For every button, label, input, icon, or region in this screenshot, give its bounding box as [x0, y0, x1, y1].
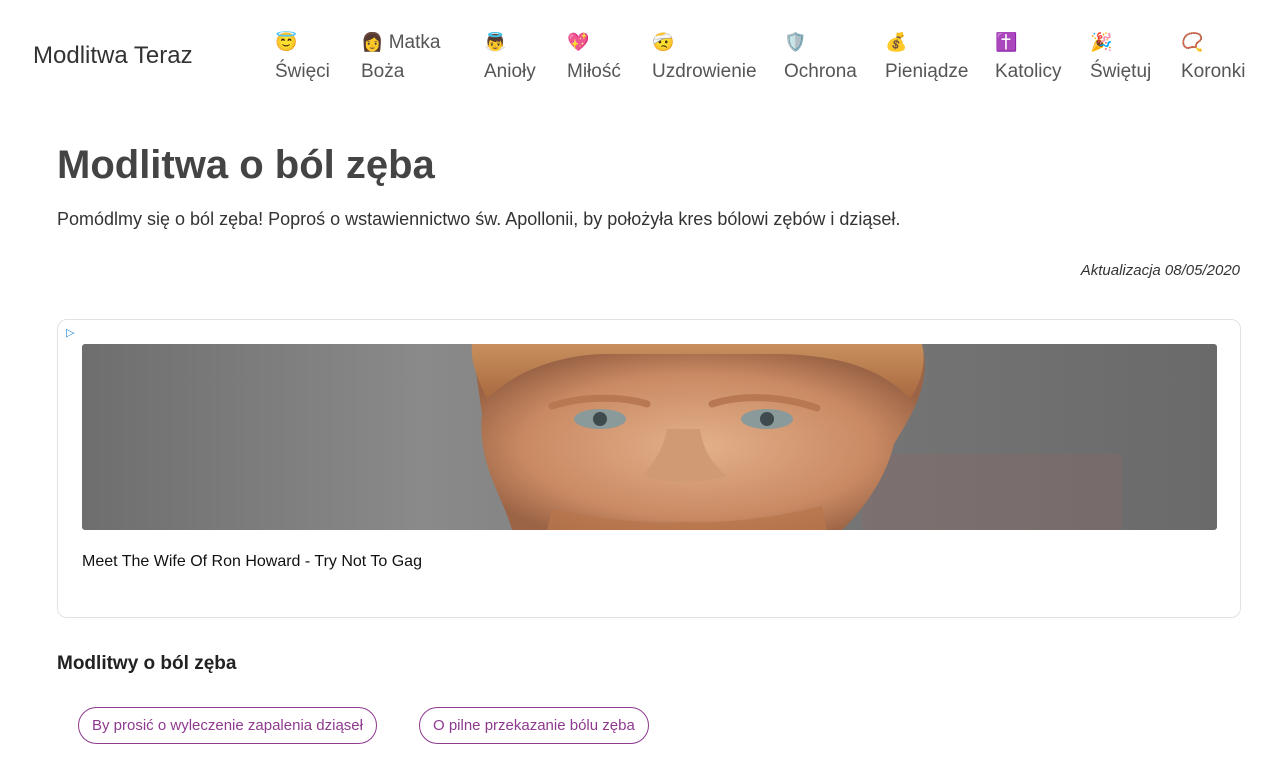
nav-item-label: Anioły: [484, 61, 536, 82]
ad-image[interactable]: [82, 344, 1217, 530]
nav-item-milosc[interactable]: 💖 Miłość: [567, 28, 621, 86]
nav-item-swietuj[interactable]: 🎉 Świętuj: [1090, 28, 1151, 86]
ad-headline[interactable]: Meet The Wife Of Ron Howard - Try Not To…: [82, 553, 422, 571]
sparkling-heart-icon: 💖: [567, 32, 590, 52]
money-bag-icon: 💰: [885, 32, 908, 52]
nav-item-label: Święci: [275, 61, 330, 82]
page-lead: Pomódlmy się o ból zęba! Poproś o wstawi…: [57, 209, 901, 229]
nav-item-label: Koronki: [1181, 61, 1246, 82]
nav-item-label: Ochrona: [784, 61, 857, 82]
nav-item-label: Matka: [388, 32, 441, 53]
shield-icon: 🛡️: [784, 32, 807, 52]
nav-item-label: Boża: [361, 61, 405, 82]
page-title: Modlitwa o ból zęba: [57, 143, 435, 187]
nav-item-swieci[interactable]: 😇 Święci: [275, 28, 330, 86]
nav-item-label: Katolicy: [995, 61, 1062, 82]
nav-item-uzdrowienie[interactable]: 🤕 Uzdrowienie: [652, 28, 757, 86]
nav-item-pieniadze[interactable]: 💰 Pieniądze: [885, 28, 968, 86]
woman-icon: 👩: [361, 32, 384, 52]
related-link-urgent-pain[interactable]: O pilne przekazanie bólu zęba: [419, 707, 649, 744]
nav-item-label: Świętuj: [1090, 61, 1152, 82]
ad-card[interactable]: ▷ Meet The Wife Of Ron Howard - Try Not …: [57, 319, 1241, 618]
party-popper-icon: 🎉: [1090, 32, 1113, 52]
baby-angel-icon: 👼: [484, 32, 507, 52]
ad-choices-icon[interactable]: ▷: [66, 328, 74, 339]
nav-item-label: Uzdrowienie: [652, 61, 757, 82]
rosary-icon: 📿: [1181, 32, 1204, 52]
nav-item-katolicy[interactable]: ✝️ Katolicy: [995, 28, 1062, 86]
nav-item-anioly[interactable]: 👼 Anioły: [484, 28, 536, 86]
smiling-halo-icon: 😇: [275, 32, 298, 52]
latin-cross-icon: ✝️: [995, 32, 1018, 52]
ad-photo: [471, 344, 1122, 530]
nav-item-ochrona[interactable]: 🛡️ Ochrona: [784, 28, 857, 86]
site-header: Modlitwa Teraz 😇 Święci 👩 Matka Boża 👼 A…: [0, 0, 1280, 100]
updated-date: Aktualizacja 08/05/2020: [1080, 262, 1240, 279]
nav-item-matka-boza[interactable]: 👩 Matka Boża: [361, 28, 440, 86]
bandaged-face-icon: 🤕: [652, 32, 675, 52]
related-title: Modlitwy o ból zęba: [57, 653, 237, 674]
main-nav: 😇 Święci 👩 Matka Boża 👼 Anioły 💖 Miłość …: [0, 28, 1280, 88]
related-link-gum-inflammation[interactable]: By prosić o wyleczenie zapalenia dziąseł: [78, 707, 377, 744]
nav-item-label: Pieniądze: [885, 61, 969, 82]
nav-item-label: Miłość: [567, 61, 621, 82]
nav-item-koronki[interactable]: 📿 Koronki: [1181, 28, 1245, 86]
